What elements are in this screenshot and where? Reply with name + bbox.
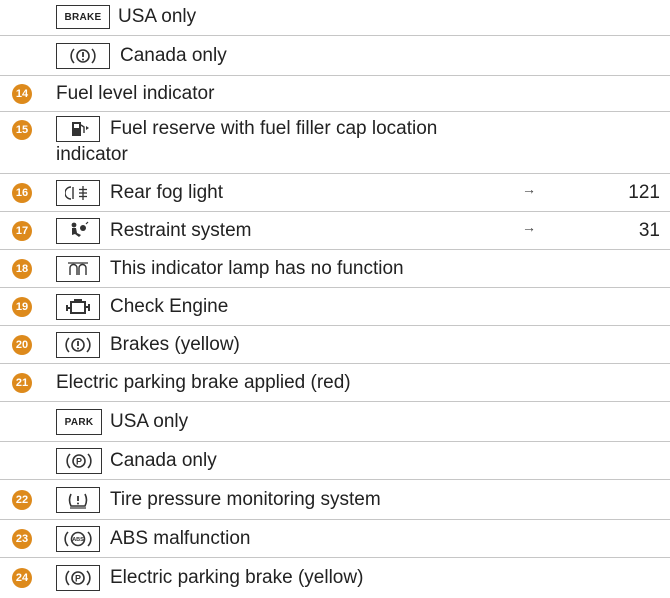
- item-number-badge: 24: [12, 568, 32, 588]
- row-label: Electric parking brake applied (red): [56, 372, 351, 393]
- check-engine-icon: [56, 294, 100, 320]
- row-label: Canada only: [110, 450, 217, 471]
- park-text-icon: PARK: [56, 409, 102, 435]
- brake-text-icon: BRAKE: [56, 5, 110, 29]
- row-label: This indicator lamp has no function: [110, 258, 404, 279]
- brake-warning-icon: [56, 43, 110, 69]
- reference-arrow: →: [522, 219, 536, 235]
- page-reference: 31: [638, 220, 660, 241]
- row-label: ABS malfunction: [110, 528, 251, 549]
- row-label: Check Engine: [110, 296, 229, 317]
- parking-brake-icon: P: [56, 448, 102, 474]
- row-label: Brakes (yellow): [110, 334, 240, 355]
- fuel-pump-icon: [56, 116, 100, 142]
- item-number-badge: 17: [12, 221, 32, 241]
- item-number-badge: 15: [12, 120, 32, 140]
- item-number-badge: 22: [12, 490, 32, 510]
- row-label: Electric parking brake (yellow): [110, 567, 364, 588]
- table-row: PARK USA only: [0, 402, 670, 442]
- item-number-badge: 23: [12, 529, 32, 549]
- row-label: USA only: [118, 6, 197, 27]
- table-row: BRAKE USA only: [0, 0, 670, 36]
- table-row: 14 Fuel level indicator: [0, 76, 670, 112]
- table-row: 23 ABS ABS malfunction: [0, 520, 670, 558]
- table-row: 21 Electric parking brake applied (red): [0, 364, 670, 402]
- page-reference: 121: [628, 182, 660, 203]
- table-row: 15 Fuel reserve with fuel filler cap loc…: [0, 112, 670, 174]
- table-row: 20 Brakes (yellow): [0, 326, 670, 364]
- row-label: USA only: [110, 411, 189, 432]
- brake-warning-icon: [56, 332, 100, 358]
- airbag-icon: [56, 218, 100, 244]
- row-label-continued: indicator: [56, 144, 128, 165]
- table-row: Canada only: [0, 36, 670, 76]
- row-label: Fuel level indicator: [56, 83, 215, 104]
- table-row: 18 This indicator lamp has no function: [0, 250, 670, 288]
- reference-arrow: →: [522, 181, 536, 197]
- table-row: 19 Check Engine: [0, 288, 670, 326]
- parking-brake-icon: P: [56, 565, 100, 591]
- row-label: Rear fog light: [110, 182, 224, 203]
- row-label: Fuel reserve with fuel filler cap locati…: [110, 118, 438, 139]
- table-row: 24 P Electric parking brake (yellow): [0, 558, 670, 598]
- abs-icon: ABS: [56, 526, 100, 552]
- rear-fog-light-icon: [56, 180, 100, 206]
- glow-plug-icon: [56, 256, 100, 282]
- svg-text:P: P: [76, 457, 82, 467]
- svg-text:P: P: [75, 574, 81, 584]
- svg-text:ABS: ABS: [72, 537, 84, 543]
- table-row: 22 Tire pressure monitoring system: [0, 480, 670, 520]
- item-number-badge: 18: [12, 259, 32, 279]
- item-number-badge: 19: [12, 297, 32, 317]
- table-row: 17 Restraint system → 31: [0, 212, 670, 250]
- tire-pressure-icon: [56, 487, 100, 513]
- item-number-badge: 14: [12, 84, 32, 104]
- row-label: Restraint system: [110, 220, 252, 241]
- item-number-badge: 20: [12, 335, 32, 355]
- row-label: Tire pressure monitoring system: [110, 489, 381, 510]
- item-number-badge: 21: [12, 373, 32, 393]
- row-label: Canada only: [120, 45, 227, 66]
- item-number-badge: 16: [12, 183, 32, 203]
- table-row: 16 Rear fog light → 121: [0, 174, 670, 212]
- table-row: P Canada only: [0, 442, 670, 480]
